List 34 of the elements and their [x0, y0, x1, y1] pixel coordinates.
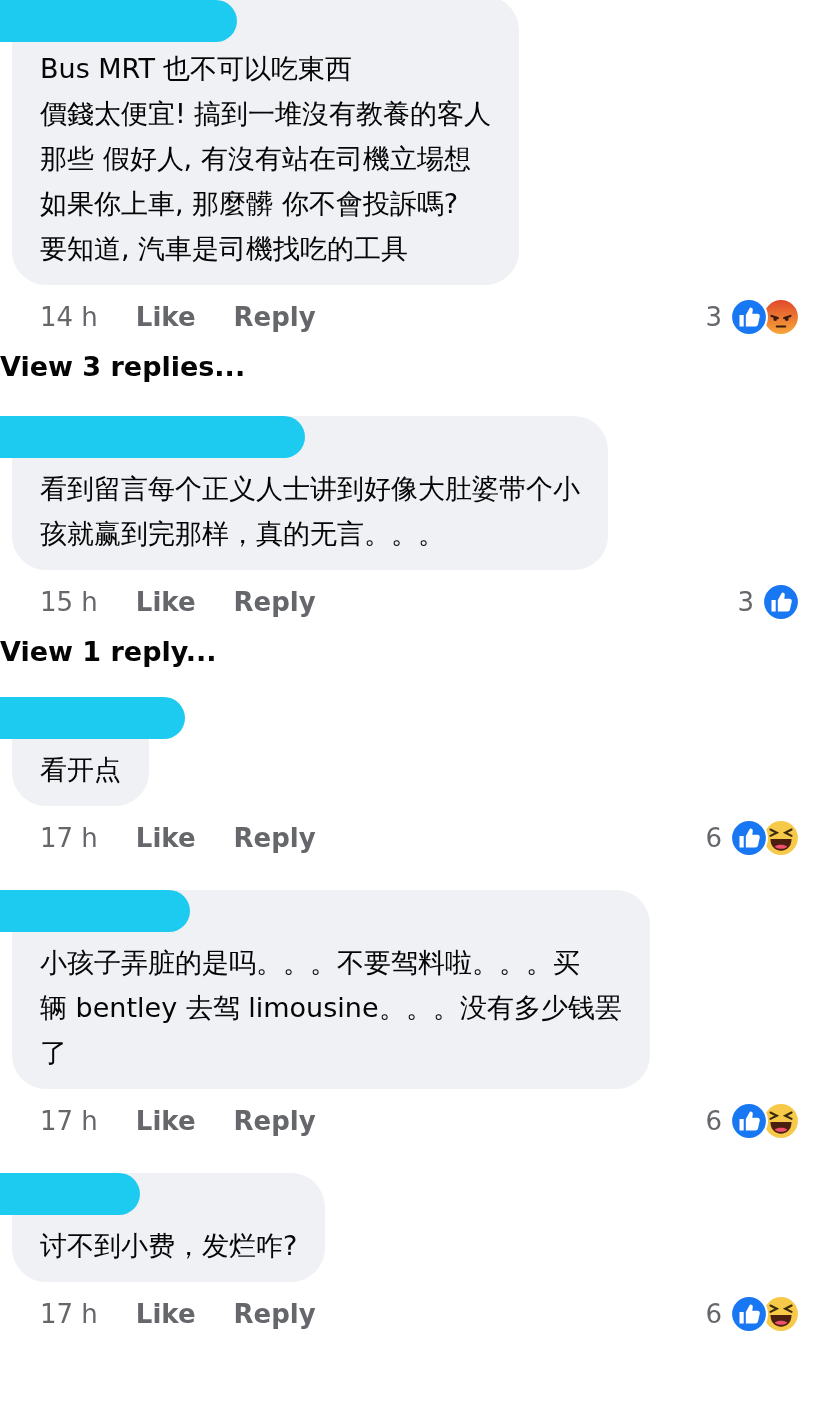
- like-link[interactable]: Like: [135, 1299, 196, 1329]
- comment-text-line: Bus MRT 也不可以吃東西: [40, 52, 354, 86]
- timestamp: 17 h: [40, 1106, 98, 1136]
- timestamp: 17 h: [40, 823, 98, 853]
- reaction-count: 6: [705, 823, 722, 853]
- comment-text-line: 孩就赢到完那样，真的无言。。。: [40, 517, 446, 551]
- reply-link[interactable]: Reply: [233, 1106, 316, 1136]
- reaction-count: 3: [737, 587, 754, 617]
- comment-text-line: 如果你上車, 那麼髒 你不會投訴嗎?: [40, 187, 460, 221]
- reply-link[interactable]: Reply: [233, 823, 316, 853]
- comment-text-line: 要知道, 汽車是司機找吃的工具: [40, 232, 410, 266]
- timestamp: 15 h: [40, 587, 98, 617]
- like-link[interactable]: Like: [135, 302, 196, 332]
- like-link[interactable]: Like: [135, 823, 196, 853]
- comment-text-line: 那些 假好人, 有沒有站在司機立場想: [40, 142, 472, 176]
- comment-text-line: 看开点: [40, 753, 121, 787]
- reaction-count: 3: [705, 302, 722, 332]
- comment-text-line: 看到留言每个正义人士讲到好像大肚婆带个小: [40, 472, 580, 506]
- reaction-count: 6: [705, 1299, 722, 1329]
- comment-text-line: 讨不到小费，发烂咋?: [40, 1229, 298, 1263]
- view-replies-link[interactable]: View 3 replies...: [0, 351, 246, 382]
- reply-link[interactable]: Reply: [233, 1299, 316, 1329]
- comment-text-line: 辆 bentley 去驾 limousine。。。没有多少钱罢: [40, 991, 622, 1025]
- comment-text-line: 了: [40, 1036, 68, 1070]
- comment-text-line: 小孩子弄脏的是吗。。。不要驾料啦。。。买: [40, 946, 581, 980]
- like-link[interactable]: Like: [135, 1106, 196, 1136]
- reply-link[interactable]: Reply: [233, 302, 316, 332]
- reply-link[interactable]: Reply: [233, 587, 316, 617]
- comment-text-line: 價錢太便宜! 搞到一堆沒有教養的客人: [40, 97, 492, 131]
- view-replies-link[interactable]: View 1 reply...: [0, 636, 217, 667]
- timestamp: 14 h: [40, 302, 98, 332]
- like-link[interactable]: Like: [135, 587, 196, 617]
- reaction-count: 6: [705, 1106, 722, 1136]
- timestamp: 17 h: [40, 1299, 98, 1329]
